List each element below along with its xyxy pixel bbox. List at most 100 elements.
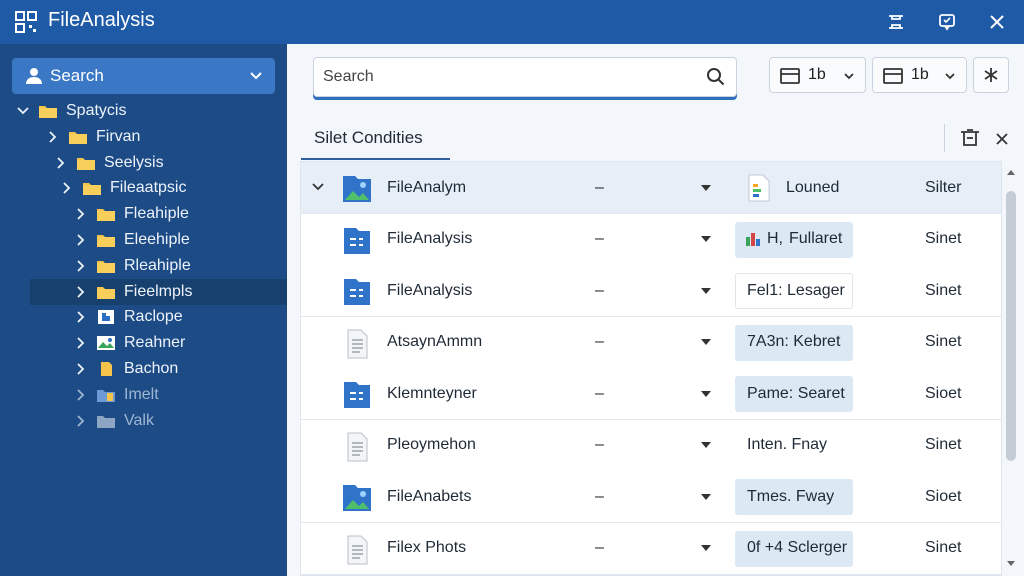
table-row[interactable]: FileAnabets – Tmes. Fway Sioet [301, 471, 1001, 523]
row-dropdown-icon[interactable] [701, 265, 711, 316]
close-icon[interactable] [995, 132, 1009, 146]
row-dropdown-icon[interactable] [701, 368, 711, 419]
tree-item[interactable]: Fileaatpsic [0, 175, 287, 201]
tree-item-label: Eleehiple [124, 231, 190, 248]
chevron-down-icon[interactable] [311, 180, 325, 199]
folder-icon [96, 284, 124, 300]
tree-item[interactable]: Eleehiple [0, 227, 287, 253]
pin-icon [889, 15, 903, 29]
table-row[interactable]: Pleoymehon – Inten. Fnay Sinet [301, 419, 1001, 472]
tree-item-label: Valk [124, 411, 154, 429]
folder-icon [96, 206, 124, 222]
sidebar-search-dropdown[interactable]: Search [12, 58, 275, 94]
tree-item-label: Fieelmpls [124, 282, 193, 300]
scroll-up-icon[interactable] [1007, 169, 1015, 175]
file-type: Sinet [925, 230, 962, 247]
chevron-down-icon [945, 73, 955, 80]
chevron-right-icon[interactable] [74, 414, 88, 428]
status-text: Fullaret [789, 230, 843, 247]
folder-sync-icon [96, 413, 124, 429]
tree-item-label: Bachon [124, 360, 179, 377]
chevron-right-icon[interactable] [74, 388, 88, 402]
table-row[interactable]: Klemnteyner – Pame: Searet Sioet [301, 368, 1001, 420]
tree-item-label: Spatycis [66, 102, 127, 119]
tree-item-label: Fileaatpsic [110, 179, 187, 197]
app-title: FileAnalysis [48, 9, 155, 31]
chevron-right-icon[interactable] [74, 310, 88, 324]
tree-item[interactable]: Seelysis [0, 150, 287, 176]
text-file-icon [341, 432, 373, 462]
table-row[interactable]: FileAnalysis – Fel1: Lesager Sinet [301, 265, 1001, 317]
row-dropdown-icon[interactable] [701, 162, 711, 213]
status-text: Fel1: Lesager [747, 281, 845, 299]
status-text: 0f +4 Sclerger [747, 539, 848, 556]
sort-value: 1b [911, 66, 929, 83]
tree-item[interactable]: Reahner [0, 330, 287, 356]
row-dropdown-icon[interactable] [701, 214, 711, 265]
chevron-down-icon[interactable] [16, 104, 30, 118]
tree-item-label: Raclope [124, 308, 183, 326]
file-size: – [595, 178, 604, 196]
chevron-right-icon[interactable] [74, 285, 88, 299]
chevron-right-icon[interactable] [60, 181, 74, 195]
vertical-scrollbar[interactable] [1002, 161, 1020, 576]
tree-item-label: Fleahiple [124, 205, 189, 223]
asterisk-icon [984, 68, 998, 82]
view-dropdown[interactable]: 1b [769, 57, 866, 93]
file-size: – [595, 384, 604, 402]
table-row[interactable]: FileAnalysis – H, Fullaret Sinet [301, 213, 1001, 266]
file-name: FileAnalysis [387, 230, 473, 247]
chevron-right-icon[interactable] [74, 259, 88, 273]
view-value: 1b [808, 66, 826, 83]
status-text: Inten. Fnay [747, 436, 828, 453]
tree-item[interactable]: Fleahiple [0, 201, 287, 227]
table-row[interactable]: FileAnalym – Louned Silter [301, 162, 1001, 214]
file-name: FileAnalym [387, 178, 467, 196]
tree-item[interactable]: Spatycis [0, 98, 287, 124]
main-panel: Search 1b 1b Silet Condities FileAnalym … [287, 44, 1024, 576]
tree-item[interactable]: Imelt [0, 382, 287, 408]
row-dropdown-icon[interactable] [701, 523, 711, 574]
settings-button[interactable] [973, 57, 1009, 93]
image-file-icon [341, 174, 373, 204]
chevron-right-icon[interactable] [46, 130, 60, 144]
chevron-right-icon[interactable] [74, 207, 88, 221]
sidebar: Search Spatycis Firvan Seelysis Fileaatpsic… [0, 44, 287, 576]
folder-icon [82, 180, 110, 196]
scroll-down-icon[interactable] [1007, 561, 1015, 567]
tree-item[interactable]: Raclope [0, 304, 287, 330]
close-window-button[interactable] [981, 8, 1013, 36]
file-type: Sinet [925, 539, 962, 556]
tree-item-label: Reahner [124, 334, 186, 352]
tree-item[interactable]: Fieelmpls [30, 278, 287, 305]
search-placeholder: Search [323, 68, 374, 85]
scroll-thumb[interactable] [1006, 191, 1016, 461]
tree-item[interactable]: Firvan [0, 124, 287, 150]
sort-dropdown[interactable]: 1b [872, 57, 967, 93]
chat-button[interactable] [931, 8, 963, 36]
table-row[interactable]: AtsaynAmmn – 7A3n: Kebret Sinet [301, 316, 1001, 369]
chevron-right-icon[interactable] [74, 336, 88, 350]
close-icon [990, 15, 1004, 29]
file-name: AtsaynAmmn [387, 333, 483, 350]
pin-button[interactable] [880, 8, 912, 36]
trash-icon[interactable] [959, 128, 981, 148]
row-dropdown-icon[interactable] [701, 317, 711, 368]
tree-item[interactable]: Valk [0, 408, 287, 434]
chevron-right-icon[interactable] [74, 362, 88, 376]
table-row[interactable]: Filex Phots – 0f +4 Sclerger Sinet [301, 522, 1001, 575]
section-title: Silet Condities [314, 128, 423, 147]
file-table: FileAnalym – Louned Silter FileAnalysis – H, Fu… [300, 161, 1002, 576]
tree-item[interactable]: Rleahiple [0, 253, 287, 279]
status-text: Tmes. Fway [747, 487, 835, 505]
chevron-right-icon[interactable] [74, 233, 88, 247]
row-dropdown-icon[interactable] [701, 420, 711, 471]
file-name: Filex Phots [387, 539, 467, 556]
chevron-right-icon[interactable] [54, 156, 68, 170]
search-input[interactable]: Search [313, 57, 737, 97]
row-dropdown-icon[interactable] [701, 471, 711, 522]
folder-icon [96, 258, 124, 274]
chevron-down-icon [250, 72, 262, 80]
divider [944, 124, 945, 152]
tree-item[interactable]: Bachon [0, 356, 287, 382]
